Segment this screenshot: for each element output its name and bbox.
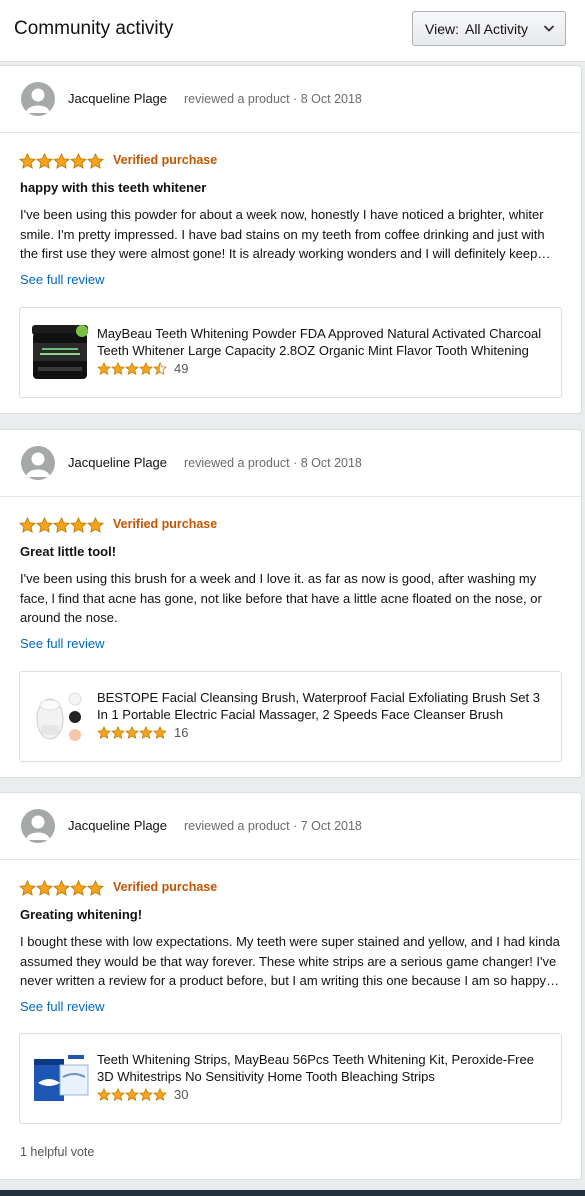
product-image[interactable] [30,323,90,383]
product-card[interactable]: MayBeau Teeth Whitening Powder FDA Appro… [19,307,562,398]
review-text: I've been using this powder for about a … [20,207,545,261]
product-title[interactable]: MayBeau Teeth Whitening Powder FDA Appro… [97,326,552,359]
product-card[interactable]: Teeth Whitening Strips, MayBeau 56Pcs Te… [19,1033,562,1124]
star-icon [153,1087,167,1101]
star-icon [87,880,104,896]
view-filter-label: View: [425,20,459,37]
page-header: Community activity View: All Activity [0,0,585,62]
review-star-rating [19,152,104,170]
review-author[interactable]: Jacqueline Plage [68,455,167,470]
review-text: I've been using this brush for a week an… [20,571,542,625]
star-icon [125,1087,139,1101]
star-icon [139,361,153,375]
star-icon [70,880,87,896]
review-card: Jacqueline Plage reviewed a product · 8 … [0,65,582,414]
star-icon [36,880,53,896]
star-icon [153,725,167,739]
star-icon [111,361,125,375]
avatar-icon[interactable] [21,809,55,843]
review-title[interactable]: happy with this teeth whitener [20,180,206,195]
star-icon [125,725,139,739]
product-rating-count: 16 [174,724,189,740]
product-star-rating [97,725,167,739]
star-icon [87,153,104,169]
see-full-review-link[interactable]: See full review [20,636,105,651]
star-icon [53,880,70,896]
star-icon [97,1087,111,1101]
star-icon [36,517,53,533]
chevron-down-icon [543,25,555,32]
review-star-rating [19,516,104,534]
helpful-votes: 1 helpful vote [20,1145,95,1159]
view-filter-value: All Activity [464,20,528,37]
review-author[interactable]: Jacqueline Plage [68,818,167,833]
see-full-review-link[interactable]: See full review [20,999,105,1014]
product-image[interactable] [30,1049,90,1109]
product-star-rating [97,361,167,375]
star-icon [97,725,111,739]
star-icon [36,153,53,169]
star-icon [19,153,36,169]
product-star-rating [97,1087,167,1101]
star-icon [139,1087,153,1101]
product-rating: 16 [97,724,189,740]
star-icon [70,153,87,169]
star-icon [70,517,87,533]
star-icon [19,517,36,533]
product-card[interactable]: BESTOPE Facial Cleansing Brush, Waterpro… [19,671,562,762]
page-title: Community activity [14,18,174,39]
star-icon [97,361,111,375]
view-filter-dropdown[interactable]: View: All Activity [412,11,566,46]
review-meta: reviewed a product · 7 Oct 2018 [184,819,362,833]
product-title[interactable]: BESTOPE Facial Cleansing Brush, Waterpro… [97,690,552,723]
review-text: I bought these with low expectations. My… [20,934,560,988]
review-star-rating [19,879,104,897]
review-meta: reviewed a product · 8 Oct 2018 [184,456,362,470]
product-image[interactable] [30,687,90,747]
star-icon [125,361,139,375]
star-icon [111,1087,125,1101]
star-icon [153,361,167,375]
product-rating-count: 49 [174,360,189,376]
review-card: Jacqueline Plage reviewed a product · 7 … [0,792,582,1180]
review-author[interactable]: Jacqueline Plage [68,91,167,106]
bottom-bar [0,1190,585,1196]
see-full-review-link[interactable]: See full review [20,272,105,287]
review-meta: reviewed a product · 8 Oct 2018 [184,92,362,106]
review-card: Jacqueline Plage reviewed a product · 8 … [0,429,582,778]
verified-purchase-badge: Verified purchase [113,880,218,894]
verified-purchase-badge: Verified purchase [113,153,218,167]
product-rating: 30 [97,1086,189,1102]
review-title[interactable]: Great little tool! [20,544,116,559]
product-rating-count: 30 [174,1086,189,1102]
review-card-header: Jacqueline Plage reviewed a product · 8 … [0,430,581,497]
review-card-header: Jacqueline Plage reviewed a product · 7 … [0,793,581,860]
review-card-header: Jacqueline Plage reviewed a product · 8 … [0,66,581,133]
avatar-icon[interactable] [21,82,55,116]
star-icon [87,517,104,533]
star-icon [139,725,153,739]
verified-purchase-badge: Verified purchase [113,517,218,531]
product-title[interactable]: Teeth Whitening Strips, MayBeau 56Pcs Te… [97,1052,552,1085]
product-rating: 49 [97,360,189,376]
review-title[interactable]: Greating whitening! [20,907,142,922]
star-icon [53,153,70,169]
star-icon [19,880,36,896]
avatar-icon[interactable] [21,446,55,480]
star-icon [111,725,125,739]
star-icon [53,517,70,533]
